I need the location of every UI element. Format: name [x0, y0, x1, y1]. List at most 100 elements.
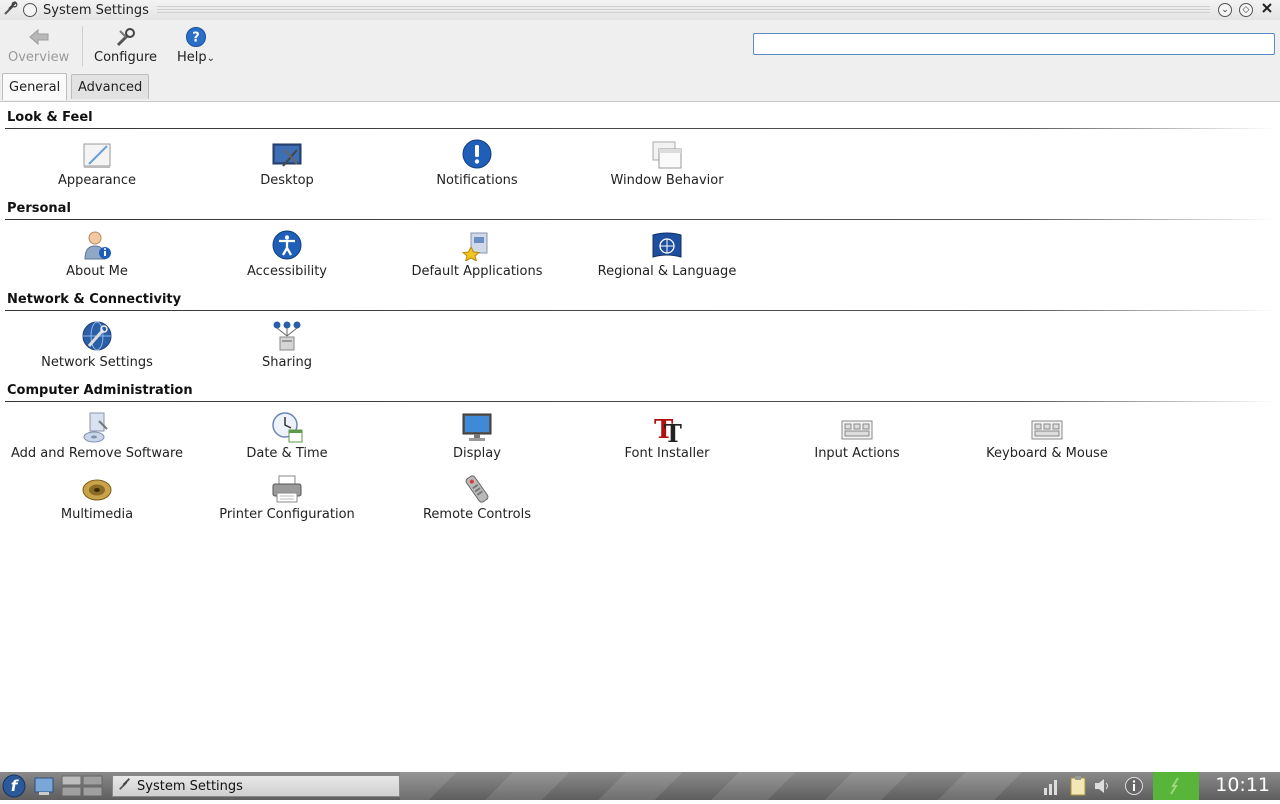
fedora-menu-icon[interactable]: f [2, 774, 26, 802]
system-settings-icon [118, 777, 132, 795]
info-icon[interactable] [1124, 776, 1144, 800]
tab-bar: General Advanced [0, 72, 1280, 102]
configure-button[interactable]: Configure [94, 24, 157, 65]
overview-label: Overview [8, 50, 70, 65]
item-default-applications[interactable]: Default Applications [382, 227, 572, 279]
item-keyboard-mouse[interactable]: Keyboard & Mouse [952, 409, 1142, 461]
item-label: Add and Remove Software [10, 446, 184, 461]
item-appearance[interactable]: Appearance [2, 136, 192, 188]
taskbar-decoration [400, 772, 1040, 800]
item-accessibility[interactable]: Accessibility [192, 227, 382, 279]
item-label: Font Installer [624, 446, 710, 461]
window-title: System Settings [43, 2, 149, 18]
item-window-behavior[interactable]: Window Behavior [572, 136, 762, 188]
input-actions-icon [841, 409, 873, 443]
tab-advanced[interactable]: Advanced [71, 74, 150, 99]
item-sharing[interactable]: Sharing [192, 318, 382, 370]
item-notifications[interactable]: Notifications [382, 136, 572, 188]
window-behavior-icon [651, 136, 683, 170]
help-icon: ? [185, 24, 207, 50]
item-label: Notifications [436, 173, 518, 188]
notifications-icon [461, 136, 493, 170]
item-about-me[interactable]: About Me [2, 227, 192, 279]
pager-icon[interactable] [61, 775, 105, 801]
item-font-installer[interactable]: TT Font Installer [572, 409, 762, 461]
item-label: Window Behavior [610, 173, 724, 188]
software-icon [81, 409, 113, 443]
keyboard-mouse-icon [1031, 409, 1063, 443]
item-label: Appearance [57, 173, 137, 188]
app-menu-icon[interactable] [3, 0, 19, 20]
title-bar[interactable]: System Settings ⌄ ◇ [0, 0, 1280, 20]
clock[interactable]: 10:11 [1215, 774, 1270, 796]
clipboard-icon[interactable] [1068, 776, 1088, 800]
item-display[interactable]: Display [382, 409, 572, 461]
close-icon[interactable] [1260, 1, 1274, 19]
printer-icon [271, 470, 303, 504]
window-menu-icon[interactable] [23, 3, 37, 17]
sharing-icon [271, 318, 303, 352]
help-label-wrap: Help⌄ [177, 50, 215, 65]
section-divider [5, 310, 1275, 311]
desktop-icon [271, 136, 303, 170]
overview-button[interactable]: Overview [8, 24, 69, 65]
item-add-remove-software[interactable]: Add and Remove Software [2, 409, 192, 461]
svg-text:?: ? [192, 31, 200, 46]
title-decoration [156, 6, 1210, 14]
item-label: Input Actions [814, 446, 900, 461]
help-label: Help [177, 50, 207, 65]
taskbar: f System Settings 10:11 [0, 772, 1280, 800]
help-button[interactable]: ? Help⌄ [177, 24, 215, 65]
item-label: Date & Time [246, 446, 328, 461]
item-label: Display [453, 446, 501, 461]
appearance-icon [81, 136, 113, 170]
section-header-look-feel: Look & Feel [7, 110, 93, 125]
section-divider [5, 219, 1275, 220]
item-printer-configuration[interactable]: Printer Configuration [192, 470, 382, 522]
item-multimedia[interactable]: Multimedia [2, 470, 192, 522]
item-label: Default Applications [411, 264, 543, 279]
item-label: Printer Configuration [219, 507, 355, 522]
tab-general[interactable]: General [2, 73, 68, 100]
display-icon [461, 409, 493, 443]
accessibility-icon [271, 227, 303, 261]
default-applications-icon [461, 227, 493, 261]
section-divider [5, 401, 1275, 402]
item-remote-controls[interactable]: Remote Controls [382, 470, 572, 522]
item-label: About Me [66, 264, 128, 279]
search-input[interactable] [753, 33, 1275, 55]
item-label: Remote Controls [422, 507, 532, 522]
task-system-settings[interactable]: System Settings [112, 775, 400, 797]
section-header-computer-administration: Computer Administration [7, 383, 193, 398]
item-label: Desktop [260, 173, 314, 188]
item-label: Regional & Language [597, 264, 737, 279]
remote-controls-icon [461, 470, 493, 504]
item-label: Multimedia [60, 507, 134, 522]
item-label: Keyboard & Mouse [986, 446, 1108, 461]
item-regional-language[interactable]: Regional & Language [572, 227, 762, 279]
maximize-icon[interactable]: ◇ [1239, 3, 1253, 17]
task-label: System Settings [137, 778, 243, 794]
toolbar-separator [82, 26, 83, 66]
settings-content: Look & Feel Appearance Desktop Notificat… [0, 103, 1280, 772]
minimize-icon[interactable]: ⌄ [1218, 3, 1232, 17]
item-label: Accessibility [247, 264, 327, 279]
volume-icon[interactable] [1093, 776, 1113, 800]
multimedia-icon [81, 470, 113, 504]
item-network-settings[interactable]: Network Settings [2, 318, 192, 370]
chevron-down-icon: ⌄ [206, 53, 216, 64]
section-divider [5, 128, 1275, 129]
svg-text:T: T [664, 419, 682, 443]
network-status-icon[interactable] [1043, 776, 1061, 800]
configure-label: Configure [94, 50, 158, 65]
back-arrow-icon [28, 24, 50, 50]
show-desktop-icon[interactable] [33, 775, 55, 801]
network-settings-icon [81, 318, 113, 352]
section-header-network: Network & Connectivity [7, 292, 182, 307]
item-desktop[interactable]: Desktop [192, 136, 382, 188]
battery-indicator[interactable] [1153, 772, 1199, 800]
item-date-time[interactable]: Date & Time [192, 409, 382, 461]
regional-language-icon [651, 227, 683, 261]
item-input-actions[interactable]: Input Actions [762, 409, 952, 461]
item-label: Network Settings [41, 355, 153, 370]
